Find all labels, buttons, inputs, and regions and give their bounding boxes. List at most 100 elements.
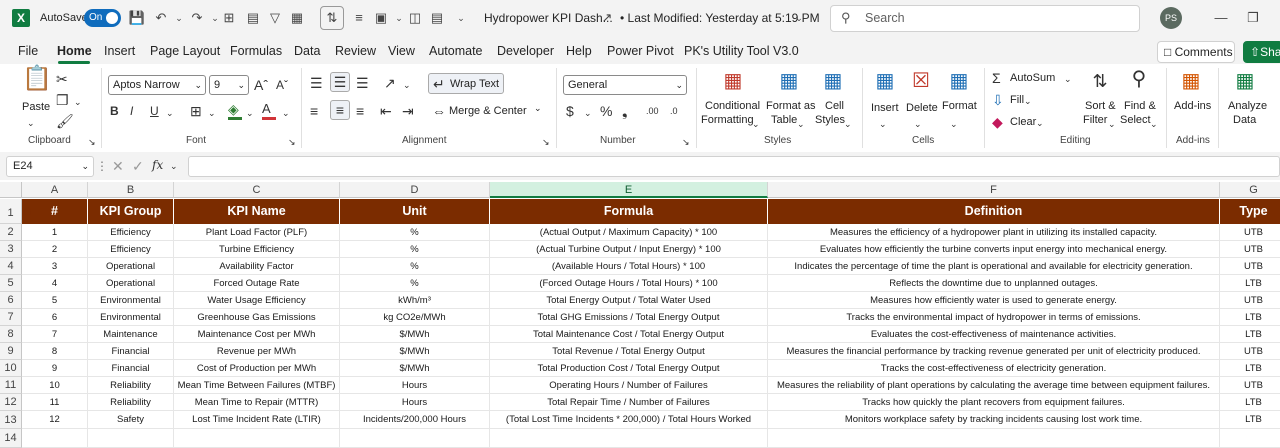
align-right-icon[interactable]: ≡	[356, 102, 364, 120]
cell-number[interactable]: 3	[22, 258, 88, 275]
paste-icon[interactable]: 📋	[22, 67, 52, 98]
cell-number[interactable]: 10	[22, 377, 88, 394]
cell-formula[interactable]: (Actual Turbine Output / Input Energy) *…	[490, 241, 768, 258]
cell-number[interactable]: 11	[22, 394, 88, 411]
cell-kpi-group[interactable]: Reliability	[88, 394, 174, 411]
merge-center-button[interactable]: ⇔ Merge & Center ⌄	[428, 101, 548, 122]
currency-icon[interactable]: $	[566, 102, 574, 120]
chevron-down-icon[interactable]: ⌄	[879, 115, 887, 133]
underline-button[interactable]: U	[150, 102, 159, 120]
tab-automate[interactable]: Automate	[429, 44, 483, 58]
tab-developer[interactable]: Developer	[497, 44, 554, 58]
find-label[interactable]: Find &	[1124, 100, 1156, 112]
empty-cell[interactable]	[490, 411, 768, 429]
form-icon[interactable]: ▤	[428, 9, 446, 27]
cell-kpi-group[interactable]: Efficiency	[88, 241, 174, 258]
tab-insert[interactable]: Insert	[104, 44, 135, 58]
cell-formula[interactable]: (Forced Outage Hours / Total Hours) * 10…	[490, 275, 768, 292]
picture-icon[interactable]: ▤	[244, 9, 262, 27]
cell-unit[interactable]: $/MWh	[340, 360, 490, 377]
conditional-formatting-icon[interactable]: ▦	[720, 71, 746, 96]
cell-type[interactable]: LTB	[1220, 394, 1280, 411]
insert-function-button[interactable]: fx	[152, 158, 163, 172]
header-definition[interactable]: Definition	[768, 199, 1220, 224]
font-launcher-icon[interactable]: ↘	[288, 133, 296, 151]
cell-kpi-name[interactable]: Forced Outage Rate	[174, 275, 340, 292]
insert-cells-label[interactable]: Insert	[871, 102, 899, 114]
borders-button-icon[interactable]: ⊞	[190, 102, 202, 120]
share-button[interactable]: ⇧Sha	[1243, 41, 1280, 63]
column-header-d[interactable]: D	[340, 182, 490, 198]
increase-font-icon[interactable]: Aˆ	[254, 76, 268, 94]
row-header-10[interactable]: 10	[0, 360, 22, 377]
align-icon[interactable]: ≡	[350, 9, 368, 27]
chevron-down-icon[interactable]: ⌄	[752, 115, 760, 133]
cell-number[interactable]: 4	[22, 275, 88, 292]
number-format-select[interactable]: General ⌄	[563, 75, 687, 95]
font-size-select[interactable]: 9 ⌄	[209, 75, 249, 95]
cell-number[interactable]: 9	[22, 360, 88, 377]
header-kpi-name[interactable]: KPI Name	[174, 199, 340, 224]
comma-icon[interactable]: ❟	[622, 102, 628, 120]
filter-label[interactable]: Filter	[1083, 114, 1107, 126]
cell-formula[interactable]: (Actual Output / Maximum Capacity) * 100	[490, 224, 768, 241]
select-label[interactable]: Select	[1120, 114, 1151, 126]
cell-definition[interactable]: Tracks the environmental impact of hydro…	[768, 309, 1220, 326]
cell-type[interactable]: UTB	[1220, 224, 1280, 241]
row-header-7[interactable]: 7	[0, 309, 22, 326]
cell-number[interactable]: 7	[22, 326, 88, 343]
cell-unit[interactable]: %	[340, 224, 490, 241]
user-avatar[interactable]: PS	[1160, 7, 1182, 29]
cell-type[interactable]: UTB	[1220, 343, 1280, 360]
tab-data[interactable]: Data	[294, 44, 320, 58]
cell-kpi-group[interactable]: Financial	[88, 343, 174, 360]
cell-kpi-group[interactable]: Operational	[88, 275, 174, 292]
cell-formula[interactable]: (Available Hours / Total Hours) * 100	[490, 258, 768, 275]
sort-filter-icon[interactable]: ⇅	[1086, 72, 1114, 96]
chevron-down-icon[interactable]: ⌄	[1150, 115, 1158, 133]
empty-cell[interactable]	[1220, 411, 1280, 429]
cell-formula[interactable]: Total Energy Output / Total Water Used	[490, 292, 768, 309]
conditional-label[interactable]: Conditional	[705, 100, 760, 112]
column-header-a[interactable]: A	[22, 182, 88, 198]
font-color-icon[interactable]: A	[262, 100, 271, 118]
tab-home[interactable]: Home	[57, 44, 92, 58]
add-ins-icon[interactable]: ▦	[1178, 71, 1204, 96]
copy-dropdown-icon[interactable]: ⌄	[74, 93, 82, 111]
clipboard-launcher-icon[interactable]: ↘	[88, 133, 96, 151]
cell-unit[interactable]: %	[340, 258, 490, 275]
cell-unit[interactable]: Hours	[340, 377, 490, 394]
cell-kpi-name[interactable]: Mean Time to Repair (MTTR)	[174, 394, 340, 411]
format-cells-icon[interactable]: ▦	[946, 71, 972, 96]
empty-cell[interactable]	[22, 411, 88, 429]
font-family-select[interactable]: Aptos Narrow ⌄	[108, 75, 206, 95]
cell-type[interactable]: UTB	[1220, 241, 1280, 258]
sort-label[interactable]: Sort &	[1085, 100, 1116, 112]
cell-type[interactable]: LTB	[1220, 275, 1280, 292]
freeze-panes-icon[interactable]: ▦	[288, 9, 306, 27]
cell-definition[interactable]: Tracks how quickly the plant recovers fr…	[768, 394, 1220, 411]
tab-file[interactable]: File	[18, 44, 38, 58]
format-painter-icon[interactable]: 🖌	[56, 112, 74, 130]
cell-formula[interactable]: Total Revenue / Total Energy Output	[490, 343, 768, 360]
number-launcher-icon[interactable]: ↘	[682, 133, 690, 151]
font-color-dropdown-icon[interactable]: ⌄	[282, 104, 290, 122]
empty-cell[interactable]	[1220, 429, 1280, 448]
fill-dropdown-icon[interactable]: ⌄	[1024, 92, 1032, 110]
cell-kpi-group[interactable]: Reliability	[88, 377, 174, 394]
more-options-icon[interactable]: ⋮	[96, 157, 108, 175]
borders-icon[interactable]: ⊞	[220, 9, 238, 27]
cell-label[interactable]: Cell	[825, 100, 844, 112]
decrease-decimal-icon[interactable]: .0	[670, 102, 678, 120]
format-cells-label[interactable]: Format	[942, 100, 977, 112]
decrease-indent-icon[interactable]: ⇤	[380, 102, 392, 120]
cell-unit[interactable]: kWh/m³	[340, 292, 490, 309]
row-header-11[interactable]: 11	[0, 377, 22, 394]
bold-button[interactable]: B	[110, 102, 119, 120]
row-header-2[interactable]: 2	[0, 224, 22, 241]
cell-formula[interactable]: Total Maintenance Cost / Total Energy Ou…	[490, 326, 768, 343]
sort-icon[interactable]: ⇅	[320, 6, 344, 30]
column-header-e[interactable]: E	[490, 182, 768, 198]
increase-indent-icon[interactable]: ⇥	[402, 102, 414, 120]
align-left-icon[interactable]: ≡	[310, 102, 318, 120]
